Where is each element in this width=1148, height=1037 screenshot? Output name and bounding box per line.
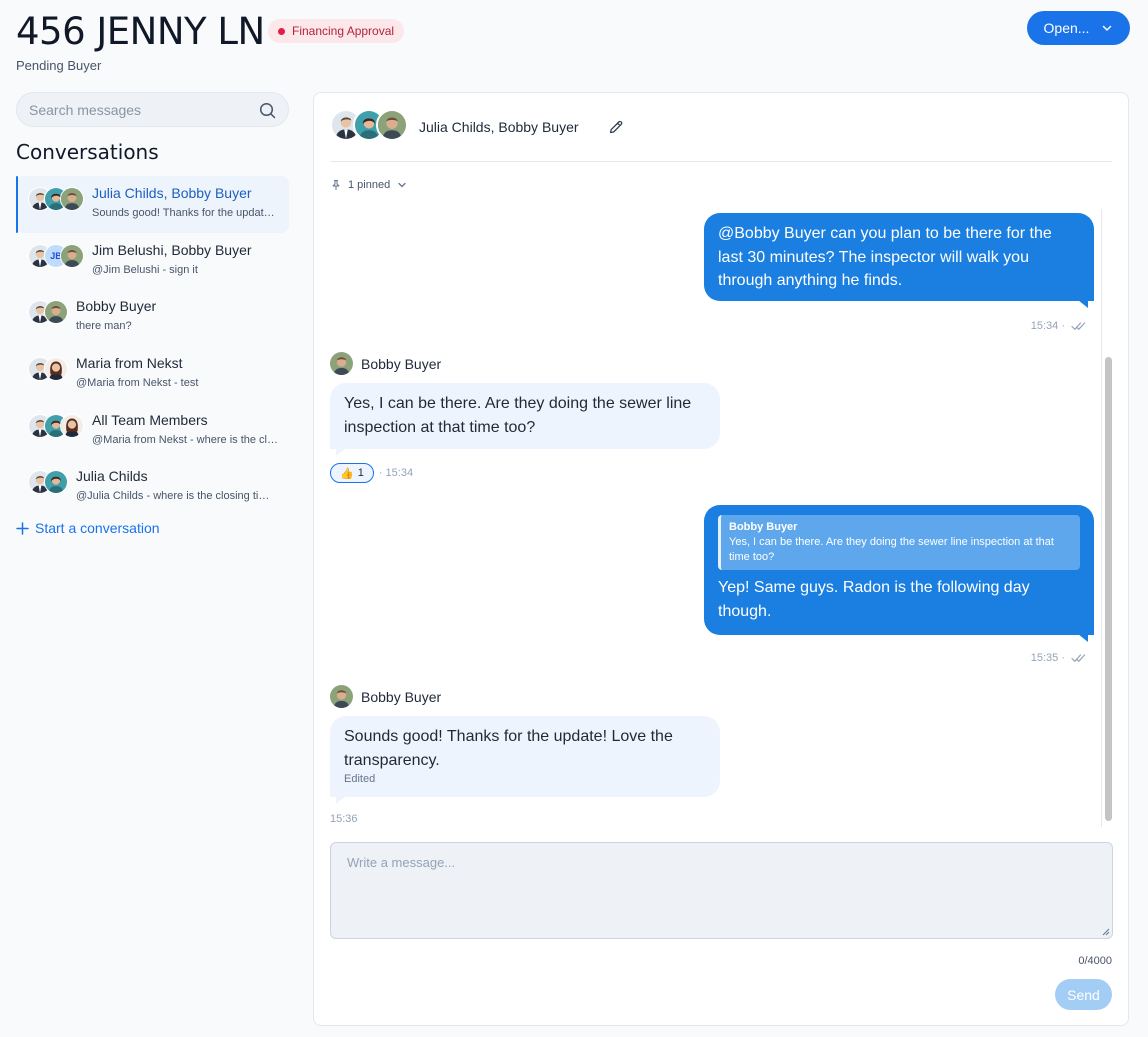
conversation-preview: @Julia Childs - where is the closing tim…: [76, 490, 278, 503]
search-input[interactable]: [29, 93, 254, 126]
message-bubble-outgoing[interactable]: @Bobby Buyer can you plan to be there fo…: [704, 213, 1094, 308]
quoted-sender: Bobby Buyer: [729, 521, 798, 533]
avatar-group: JB: [28, 243, 84, 268]
avatar-group: [28, 413, 84, 438]
scrollbar[interactable]: [1101, 209, 1112, 827]
double-check-icon: [1071, 654, 1086, 662]
open-menu-button[interactable]: Open...: [1027, 11, 1130, 45]
conversation-item[interactable]: All Team Members @Maria from Nekst - whe…: [16, 403, 289, 460]
resize-handle-icon[interactable]: [1102, 928, 1110, 936]
conversation-preview: @Maria from Nekst - where is the closing…: [92, 433, 278, 446]
avatar: [44, 470, 68, 495]
message-input[interactable]: [331, 843, 1112, 938]
conversation-preview: there man?: [76, 320, 132, 333]
sender-name: Bobby Buyer: [361, 355, 442, 372]
message-time: 15:36: [330, 813, 358, 825]
avatar-group: [28, 357, 68, 382]
thumbs-up-icon: 👍: [340, 467, 354, 480]
pin-icon: [332, 180, 340, 190]
message-time: · 15:34: [378, 467, 414, 479]
avatar: [44, 300, 68, 325]
conversation-item[interactable]: Julia Childs @Julia Childs - where is th…: [16, 459, 289, 516]
conversation-name: All Team Members: [92, 411, 208, 428]
pinned-label: 1 pinned: [348, 179, 391, 191]
search-icon[interactable]: [259, 102, 276, 119]
status-badge: Financing Approval: [268, 19, 405, 43]
page-subtitle: Pending Buyer: [16, 58, 102, 73]
conversation-preview: @Maria from Nekst - test: [76, 377, 199, 390]
character-counter: 0/4000: [1078, 955, 1112, 967]
conversation-item[interactable]: Maria from Nekst @Maria from Nekst - tes…: [16, 346, 289, 403]
avatar: [60, 243, 84, 268]
conversation-preview: @Jim Belushi - sign it: [92, 263, 198, 276]
start-conversation-label: Start a conversation: [35, 520, 160, 536]
open-button-label: Open...: [1043, 20, 1090, 36]
avatar-group: [28, 187, 84, 211]
plus-icon: [16, 521, 29, 535]
message-meta: 15:36: [330, 813, 358, 825]
quoted-message[interactable]: Bobby Buyer Yes, I can be there. Are the…: [718, 515, 1080, 570]
avatar: [60, 413, 84, 438]
reaction-chip[interactable]: 👍 1: [330, 463, 374, 483]
avatar: [44, 357, 68, 382]
header-divider: [330, 161, 1112, 162]
edited-label: Edited: [344, 773, 376, 785]
message-bubble-incoming[interactable]: Yes, I can be there. Are they doing the …: [330, 383, 720, 456]
message-time: 15:35 ·: [1030, 652, 1065, 664]
chevron-down-icon: [398, 182, 406, 188]
start-conversation-link[interactable]: Start a conversation: [16, 520, 160, 536]
avatar-group: [28, 300, 68, 325]
message-time: 15:34 ·: [1030, 320, 1065, 332]
message-meta: 15:34 ·: [1031, 320, 1086, 332]
message-sender: Bobby Buyer: [330, 685, 441, 708]
message-text: Yep! Same guys. Radon is the following d…: [718, 579, 1030, 620]
pinned-toggle[interactable]: 1 pinned: [330, 179, 408, 191]
double-check-icon: [1071, 322, 1086, 330]
conversation-item[interactable]: Bobby Buyer there man?: [16, 289, 289, 346]
chevron-down-icon: [1103, 25, 1112, 31]
message-bubble-incoming[interactable]: Sounds good! Thanks for the update! Love…: [330, 716, 720, 804]
conversation-name: Jim Belushi, Bobby Buyer: [92, 241, 252, 258]
send-button[interactable]: Send: [1055, 979, 1112, 1010]
pencil-icon[interactable]: [608, 119, 624, 135]
conversation-name: Julia Childs, Bobby Buyer: [92, 185, 252, 201]
avatar: [330, 685, 353, 708]
conversation-name: Bobby Buyer: [76, 298, 157, 315]
conversation-name: Maria from Nekst: [76, 355, 183, 372]
avatar: [330, 352, 353, 375]
quoted-text: Yes, I can be there. Are they doing the …: [729, 536, 1054, 563]
message-text: Yes, I can be there. Are they doing the …: [344, 395, 692, 436]
conversations-heading: Conversations: [16, 140, 159, 164]
sender-name: Bobby Buyer: [361, 688, 442, 705]
conversation-item[interactable]: JB Jim Belushi, Bobby Buyer @Jim Belushi…: [16, 233, 289, 290]
conversation-preview: Sounds good! Thanks for the update! Love…: [92, 207, 278, 219]
page-title: 456 JENNY LN: [16, 10, 265, 53]
message-bubble-outgoing[interactable]: Bobby Buyer Yes, I can be there. Are the…: [704, 505, 1094, 642]
conversation-list: Julia Childs, Bobby Buyer Sounds good! T…: [16, 176, 289, 516]
participants-name: Julia Childs, Bobby Buyer: [419, 119, 579, 135]
conversation-item[interactable]: Julia Childs, Bobby Buyer Sounds good! T…: [16, 176, 289, 233]
scrollbar-thumb[interactable]: [1105, 357, 1112, 821]
search-box: [16, 92, 289, 127]
message-composer: [330, 842, 1113, 939]
participant-avatars: [330, 109, 408, 141]
conversation-name: Julia Childs: [76, 468, 148, 485]
message-meta: 15:35 ·: [1031, 652, 1086, 664]
avatar: [376, 109, 408, 141]
message-meta: 👍 1 · 15:34: [330, 463, 413, 483]
avatar-group: [28, 470, 68, 495]
reaction-count: 1: [357, 467, 364, 479]
avatar: [60, 187, 84, 211]
message-sender: Bobby Buyer: [330, 352, 441, 375]
message-text: @Bobby Buyer can you plan to be there fo…: [718, 225, 1052, 289]
conversation-panel: Julia Childs, Bobby Buyer 1 pinned @Bobb…: [313, 92, 1129, 1026]
message-text: Sounds good! Thanks for the update! Love…: [344, 728, 673, 769]
